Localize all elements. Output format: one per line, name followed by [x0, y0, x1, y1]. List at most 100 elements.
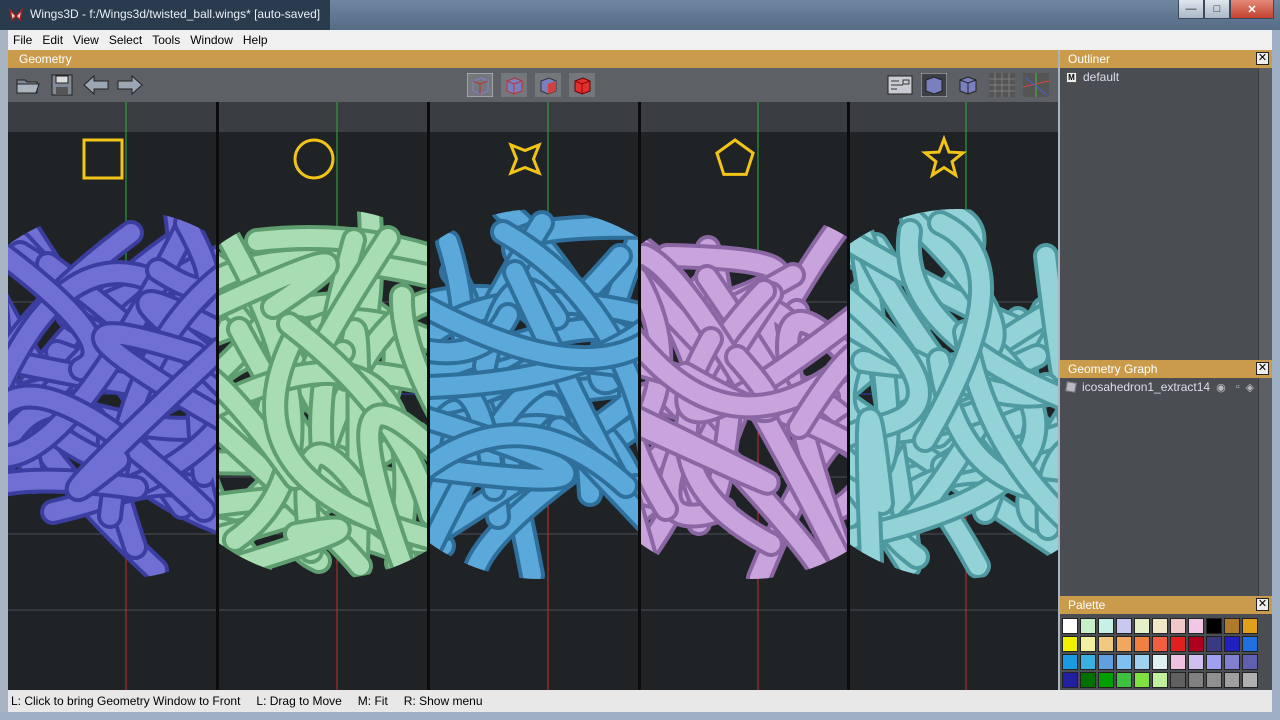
- palette-swatch[interactable]: [1080, 636, 1096, 652]
- redo-arrow-icon[interactable]: [116, 73, 144, 97]
- palette-swatch[interactable]: [1206, 672, 1222, 688]
- palette-swatch[interactable]: [1170, 672, 1186, 688]
- palette-swatch[interactable]: [1242, 672, 1258, 688]
- palette-swatch[interactable]: [1134, 654, 1150, 670]
- palette-swatch[interactable]: [1152, 618, 1168, 634]
- edge-select-icon[interactable]: [500, 73, 528, 97]
- palette-panel[interactable]: Palette ✕: [1060, 596, 1272, 690]
- circle-shape-icon: [293, 138, 335, 180]
- menu-view[interactable]: View: [68, 33, 104, 47]
- palette-swatch[interactable]: [1224, 636, 1240, 652]
- flat-shade-icon[interactable]: [954, 73, 982, 97]
- geometry-graph-title[interactable]: Geometry Graph ✕: [1060, 360, 1272, 378]
- palette-swatch[interactable]: [1242, 618, 1258, 634]
- cube-icon: [1065, 381, 1077, 393]
- view-mode-icon[interactable]: [886, 73, 914, 97]
- undo-arrow-icon[interactable]: [82, 73, 110, 97]
- save-icon[interactable]: [48, 73, 76, 97]
- palette-swatch[interactable]: [1062, 636, 1078, 652]
- viewport-header-band: [219, 102, 427, 132]
- palette-swatch[interactable]: [1116, 618, 1132, 634]
- geometry-title[interactable]: Geometry: [8, 50, 1058, 68]
- menu-file[interactable]: File: [8, 33, 37, 47]
- geometry-graph-item[interactable]: icosahedron1_extract14 ◉ ▫ ◈: [1060, 378, 1272, 396]
- menubar: File Edit View Select Tools Window Help: [8, 30, 1272, 50]
- palette-swatch[interactable]: [1224, 618, 1240, 634]
- geometry-graph-panel[interactable]: Geometry Graph ✕ icosahedron1_extract14 …: [1060, 360, 1272, 596]
- window-frame-right: [1272, 30, 1280, 720]
- palette-swatch[interactable]: [1062, 672, 1078, 688]
- viewport-1[interactable]: [8, 102, 219, 690]
- palette-swatch[interactable]: [1188, 672, 1204, 688]
- palette-swatch[interactable]: [1080, 672, 1096, 688]
- palette-swatch[interactable]: [1170, 618, 1186, 634]
- minimize-icon[interactable]: —: [1178, 0, 1204, 19]
- close-icon[interactable]: ✕: [1256, 598, 1269, 611]
- object-select-icon[interactable]: [568, 73, 596, 97]
- outliner-title[interactable]: Outliner ✕: [1060, 50, 1272, 68]
- palette-swatch[interactable]: [1116, 672, 1132, 688]
- viewport-3[interactable]: [430, 102, 641, 690]
- close-icon[interactable]: ✕: [1256, 362, 1269, 375]
- outliner-item[interactable]: M default: [1060, 68, 1272, 86]
- palette-swatch[interactable]: [1116, 636, 1132, 652]
- ground-icon[interactable]: [988, 73, 1016, 97]
- palette-swatch[interactable]: [1242, 636, 1258, 652]
- palette-title[interactable]: Palette ✕: [1060, 596, 1272, 614]
- outliner-panel[interactable]: Outliner ✕ M default: [1060, 50, 1272, 360]
- side-panels: Outliner ✕ M default Geometry Graph ✕ ic…: [1060, 50, 1272, 690]
- palette-swatch[interactable]: [1116, 654, 1132, 670]
- palette-swatch[interactable]: [1152, 654, 1168, 670]
- geometry-graph-item-label: icosahedron1_extract14: [1082, 380, 1211, 394]
- axes-icon[interactable]: [1022, 73, 1050, 97]
- palette-swatch[interactable]: [1188, 654, 1204, 670]
- menu-help[interactable]: Help: [238, 33, 273, 47]
- maximize-icon[interactable]: □: [1204, 0, 1230, 19]
- palette-swatch[interactable]: [1152, 636, 1168, 652]
- geometry-graph-scrollbar[interactable]: [1258, 378, 1272, 596]
- menu-edit[interactable]: Edit: [37, 33, 68, 47]
- palette-swatch[interactable]: [1242, 654, 1258, 670]
- face-select-icon[interactable]: [534, 73, 562, 97]
- palette-swatch[interactable]: [1062, 618, 1078, 634]
- palette-swatch[interactable]: [1134, 636, 1150, 652]
- menu-select[interactable]: Select: [104, 33, 147, 47]
- wireframe-icon[interactable]: ◈: [1246, 381, 1254, 394]
- viewport-5[interactable]: [850, 102, 1058, 690]
- smooth-shade-icon[interactable]: [920, 73, 948, 97]
- palette-swatch[interactable]: [1062, 654, 1078, 670]
- palette-swatch[interactable]: [1134, 618, 1150, 634]
- palette-swatch[interactable]: [1080, 618, 1096, 634]
- palette-swatch[interactable]: [1224, 654, 1240, 670]
- outliner-scrollbar[interactable]: [1258, 68, 1272, 360]
- eye-icon[interactable]: ◉: [1216, 381, 1226, 394]
- close-icon[interactable]: ✕: [1230, 0, 1274, 19]
- palette-swatch[interactable]: [1206, 618, 1222, 634]
- viewport-2[interactable]: [219, 102, 430, 690]
- palette-swatch[interactable]: [1206, 654, 1222, 670]
- geometry-window[interactable]: Geometry: [8, 50, 1058, 690]
- palette-swatch[interactable]: [1152, 672, 1168, 688]
- palette-swatch[interactable]: [1170, 636, 1186, 652]
- palette-swatch[interactable]: [1134, 672, 1150, 688]
- window-titlebar[interactable]: Wings3D - f:/Wings3d/twisted_ball.wings*…: [0, 0, 1280, 30]
- palette-swatch[interactable]: [1080, 654, 1096, 670]
- menu-tools[interactable]: Tools: [147, 33, 185, 47]
- palette-swatch[interactable]: [1098, 654, 1114, 670]
- vertex-select-icon[interactable]: [466, 73, 494, 97]
- palette-swatch[interactable]: [1188, 618, 1204, 634]
- open-icon[interactable]: [14, 73, 42, 97]
- lock-icon[interactable]: ▫: [1236, 381, 1240, 393]
- palette-swatch[interactable]: [1206, 636, 1222, 652]
- viewport-4[interactable]: [641, 102, 850, 690]
- palette-swatch[interactable]: [1224, 672, 1240, 688]
- menu-window[interactable]: Window: [185, 33, 238, 47]
- palette-swatch[interactable]: [1098, 618, 1114, 634]
- viewport-header-band: [850, 102, 1058, 132]
- palette-swatch[interactable]: [1098, 672, 1114, 688]
- palette-swatch[interactable]: [1098, 636, 1114, 652]
- close-icon[interactable]: ✕: [1256, 52, 1269, 65]
- twisted-ball-model: [641, 209, 847, 579]
- palette-swatch[interactable]: [1170, 654, 1186, 670]
- palette-swatch[interactable]: [1188, 636, 1204, 652]
